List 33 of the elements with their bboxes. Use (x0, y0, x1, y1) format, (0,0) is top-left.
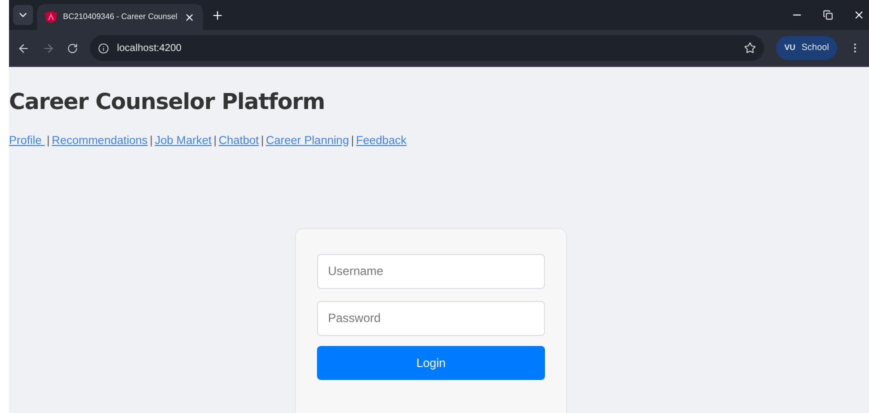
page-title: Career Counselor Platform (9, 89, 325, 116)
nav-link[interactable]: Profile (9, 132, 45, 150)
forward-icon[interactable] (42, 42, 55, 54)
url-text: localhost:4200 (117, 42, 182, 56)
profile-button[interactable]: VU School (776, 36, 837, 60)
login-button[interactable]: Login (317, 346, 545, 380)
username-field[interactable]: Username (317, 254, 545, 289)
address-bar[interactable]: localhost:4200 (90, 35, 764, 61)
tab-title: BC210409346 - Career Counsel (63, 11, 178, 23)
nav-link[interactable]: Recommendations (52, 132, 148, 150)
password-field[interactable]: Password (317, 300, 545, 336)
bookmark-star-icon[interactable] (744, 42, 756, 54)
profile-initials: VU (784, 42, 796, 54)
tab-list-button[interactable] (13, 5, 33, 25)
nav-link[interactable]: Chatbot (218, 132, 259, 150)
nav-separator: | (214, 134, 217, 148)
app-logo-icon (45, 11, 57, 23)
nav-separator: | (350, 134, 354, 148)
nav-link[interactable]: Feedback (356, 132, 406, 150)
close-icon[interactable] (184, 12, 195, 22)
browser-tab[interactable]: BC210409346 - Career Counsel (37, 4, 203, 30)
reload-icon[interactable] (67, 42, 78, 54)
new-tab-icon[interactable] (211, 8, 224, 22)
restore-icon[interactable] (823, 10, 833, 20)
site-info-icon[interactable] (98, 42, 109, 54)
back-icon[interactable] (17, 42, 30, 54)
nav-link[interactable]: Career Planning (266, 132, 349, 150)
nav-link[interactable]: Job Market (154, 132, 212, 150)
profile-name: School (801, 41, 829, 54)
close-window-icon[interactable] (853, 9, 865, 21)
nav-separator: | (260, 134, 264, 148)
nav-separator: | (150, 134, 153, 148)
nav-separator: | (46, 134, 50, 148)
